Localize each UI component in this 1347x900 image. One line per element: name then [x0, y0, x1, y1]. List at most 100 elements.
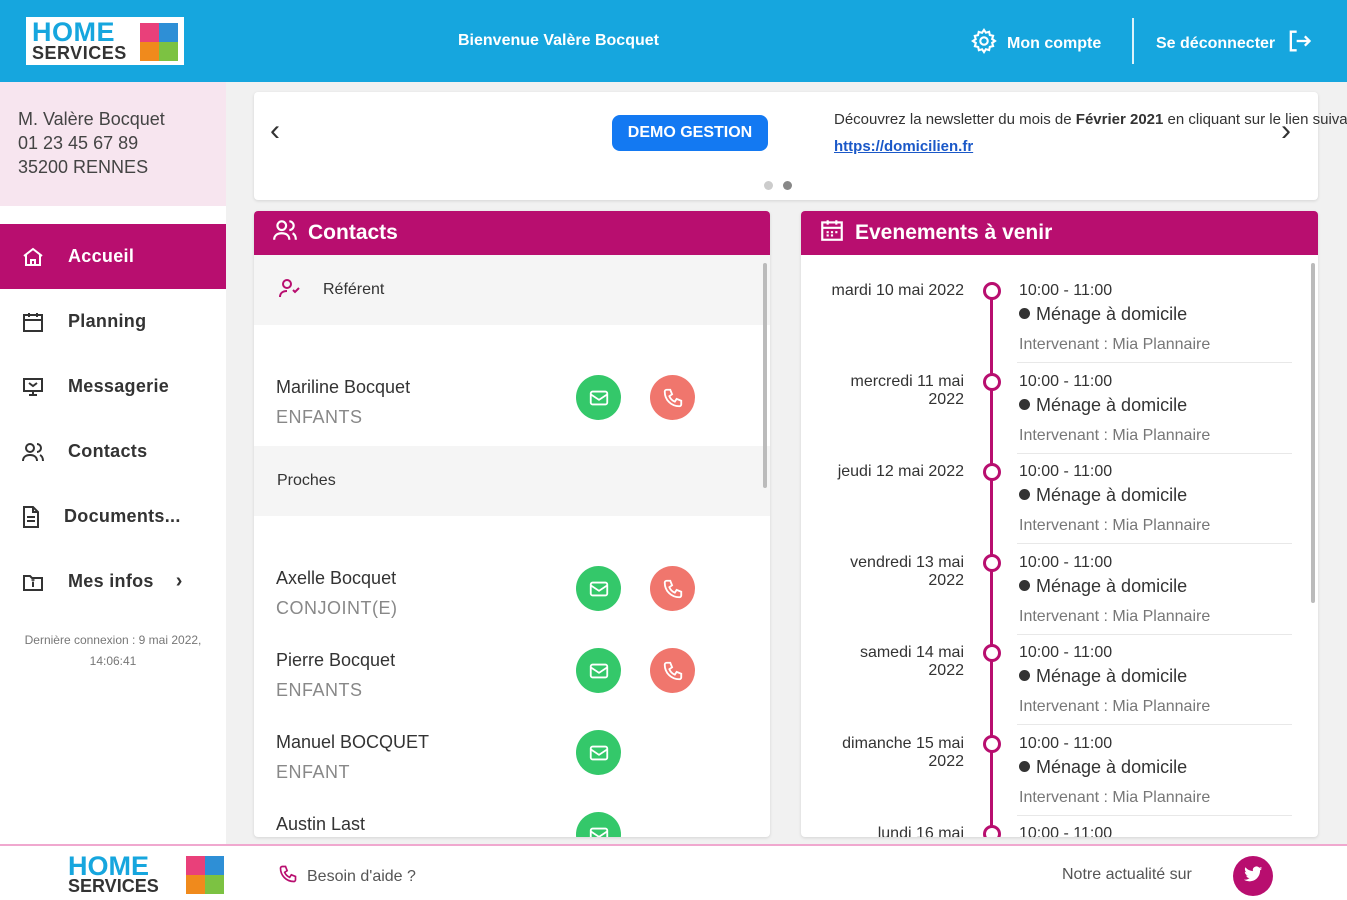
- user-city: 35200 RENNES: [18, 157, 149, 177]
- contact-name: Manuel BOCQUET: [276, 732, 430, 752]
- sidebar-item-label: Contacts: [68, 441, 148, 461]
- sidebar-item-mes-infos[interactable]: Mes infos ›: [0, 549, 226, 614]
- sidebar-item-documents[interactable]: Documents...: [0, 484, 226, 549]
- mail-button[interactable]: [576, 566, 621, 611]
- event-date: jeudi 12 mai 2022: [837, 463, 964, 480]
- carousel-dot[interactable]: [764, 181, 773, 190]
- contact-item: Mariline Bocquet ENFANTS: [254, 355, 770, 437]
- event-time: 10:00 - 11:00: [1019, 825, 1113, 837]
- events-title: Evenements à venir: [855, 221, 1053, 244]
- events-scrollbar[interactable]: [1311, 263, 1315, 603]
- gear-icon: [970, 27, 998, 60]
- contact-role: ENFANT: [276, 762, 351, 782]
- event-item[interactable]: lundi 16 mai 10:00 - 11:00: [801, 825, 1318, 837]
- footer-logo[interactable]: HOME SERVICES: [68, 852, 228, 896]
- sidebar-item-label: Mes infos: [68, 571, 154, 591]
- divider: [1017, 815, 1292, 816]
- carousel-dot-active[interactable]: [783, 181, 792, 190]
- sidebar-item-label: Messagerie: [68, 376, 170, 396]
- contact-role: ENFANTS: [276, 680, 363, 700]
- event-item[interactable]: dimanche 15 mai 2022 10:00 - 11:00 Ménag…: [801, 735, 1318, 825]
- event-time: 10:00 - 11:00: [1019, 554, 1113, 571]
- event-item[interactable]: samedi 14 mai 2022 10:00 - 11:00 Ménage …: [801, 644, 1318, 734]
- contact-name: Mariline Bocquet: [276, 377, 411, 397]
- contacts-scrollbar[interactable]: [763, 263, 767, 488]
- sidebar-item-label: Accueil: [68, 246, 135, 266]
- home-services-logo[interactable]: HOME SERVICES: [26, 17, 184, 65]
- timeline-dot: [983, 825, 1001, 837]
- event-worker: Intervenant : Mia Plannaire: [1019, 698, 1211, 715]
- event-time: 10:00 - 11:00: [1019, 282, 1113, 299]
- bullet-icon: [1019, 308, 1030, 319]
- news-on-label: Notre actualité sur: [1062, 866, 1192, 883]
- event-activity: Ménage à domicile: [1019, 576, 1187, 597]
- newsletter-text: Découvrez la newsletter du mois de Févri…: [834, 106, 1347, 160]
- contact-item: Axelle Bocquet CONJOINT(E): [254, 546, 770, 628]
- logo-line-1: HOME: [32, 17, 115, 47]
- header-divider: [1132, 18, 1134, 64]
- phone-button[interactable]: [650, 566, 695, 611]
- chevron-right-icon: ›: [175, 570, 183, 592]
- mail-button[interactable]: [576, 730, 621, 775]
- help-link[interactable]: Besoin d'aide ?: [278, 864, 416, 889]
- event-time: 10:00 - 11:00: [1019, 735, 1113, 752]
- events-header: Evenements à venir: [801, 211, 1318, 255]
- sidebar-item-contacts[interactable]: Contacts: [0, 419, 226, 484]
- event-worker: Intervenant : Mia Plannaire: [1019, 517, 1211, 534]
- calendar-icon: [20, 309, 46, 335]
- event-activity: Ménage à domicile: [1019, 666, 1187, 687]
- divider: [1017, 634, 1292, 635]
- carousel-dots: [764, 181, 792, 190]
- event-activity-label: Ménage à domicile: [1036, 576, 1188, 596]
- divider: [1017, 543, 1292, 544]
- contacts-title: Contacts: [308, 221, 398, 244]
- sidebar-item-label: Documents...: [64, 506, 181, 526]
- carousel-next-icon[interactable]: ›: [1281, 114, 1291, 148]
- event-item[interactable]: mardi 10 mai 2022 10:00 - 11:00 Ménage à…: [801, 282, 1318, 372]
- demo-badge: DEMO GESTION: [612, 115, 768, 151]
- event-worker: Intervenant : Mia Plannaire: [1019, 336, 1211, 353]
- document-icon: [18, 504, 44, 530]
- message-icon: [20, 374, 46, 400]
- event-item[interactable]: mercredi 11 mai 2022 10:00 - 11:00 Ménag…: [801, 373, 1318, 463]
- event-item[interactable]: vendredi 13 mai 2022 10:00 - 11:00 Ménag…: [801, 554, 1318, 644]
- contact-name: Axelle Bocquet: [276, 568, 397, 588]
- mail-button[interactable]: [576, 375, 621, 420]
- event-activity-label: Ménage à domicile: [1036, 395, 1188, 415]
- event-activity: Ménage à domicile: [1019, 304, 1187, 325]
- logo-squares-icon: [186, 856, 224, 894]
- bullet-icon: [1019, 580, 1030, 591]
- proches-section: Proches: [254, 446, 770, 516]
- logout-link[interactable]: Se déconnecter: [1156, 27, 1313, 60]
- bullet-icon: [1019, 670, 1030, 681]
- timeline-dot: [983, 373, 1001, 391]
- bullet-icon: [1019, 489, 1030, 500]
- sidebar-item-accueil[interactable]: Accueil: [0, 224, 226, 289]
- sidebar: M. Valère Bocquet 01 23 45 67 89 35200 R…: [0, 82, 226, 844]
- sidebar-item-messagerie[interactable]: Messagerie: [0, 354, 226, 419]
- footer: HOME SERVICES Besoin d'aide ? Notre actu…: [0, 844, 1347, 900]
- newsletter-link[interactable]: https://domicilien.fr: [834, 138, 973, 155]
- sidebar-nav: Accueil Planning Messagerie Contacts Doc…: [0, 224, 226, 614]
- event-activity-label: Ménage à domicile: [1036, 757, 1188, 777]
- account-link[interactable]: Mon compte: [970, 27, 1101, 60]
- referent-label: Référent: [323, 281, 385, 298]
- event-item[interactable]: jeudi 12 mai 2022 10:00 - 11:00 Ménage à…: [801, 463, 1318, 553]
- contact-name: Austin Last: [276, 814, 366, 834]
- phone-button[interactable]: [650, 375, 695, 420]
- twitter-button[interactable]: [1233, 856, 1273, 896]
- divider: [1017, 362, 1292, 363]
- mail-button[interactable]: [576, 648, 621, 693]
- timeline-dot: [983, 644, 1001, 662]
- contacts-icon: [20, 439, 46, 465]
- event-worker: Intervenant : Mia Plannaire: [1019, 608, 1211, 625]
- carousel-prev-icon[interactable]: ‹: [270, 114, 280, 148]
- divider: [1017, 453, 1292, 454]
- contacts-icon: [272, 217, 298, 249]
- newsletter-text-after: en cliquant sur le lien suivant :: [1167, 111, 1347, 128]
- logout-icon: [1285, 27, 1313, 60]
- sidebar-item-planning[interactable]: Planning: [0, 289, 226, 354]
- timeline-dot: [983, 735, 1001, 753]
- event-activity-label: Ménage à domicile: [1036, 666, 1188, 686]
- phone-button[interactable]: [650, 648, 695, 693]
